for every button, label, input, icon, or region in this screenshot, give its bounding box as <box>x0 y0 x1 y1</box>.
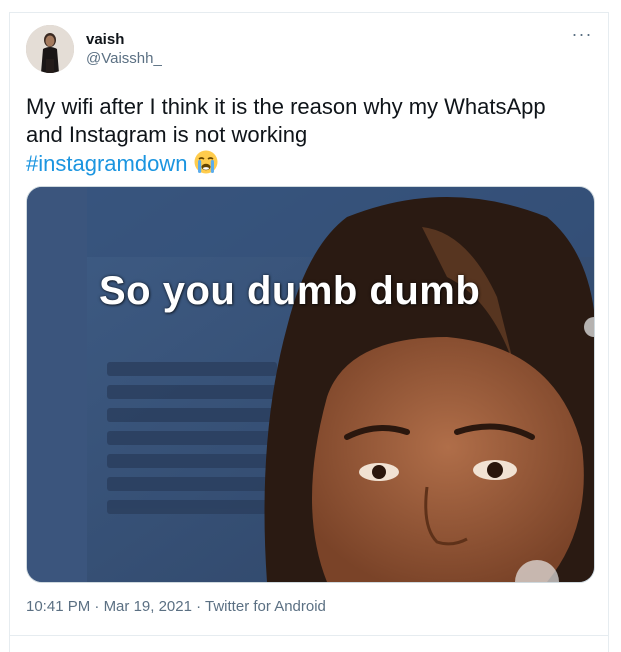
avatar[interactable] <box>26 25 74 73</box>
tweet-card: vaish @Vaisshh_ ··· My wifi after I thin… <box>9 12 609 652</box>
hashtag-link[interactable]: #instagramdown <box>26 151 187 176</box>
tweet-source[interactable]: Twitter for Android <box>205 598 326 615</box>
meme-caption: So you dumb dumb <box>99 269 481 313</box>
meta-separator: · <box>191 598 206 615</box>
user-handle[interactable]: @Vaisshh_ <box>86 50 162 68</box>
divider <box>10 635 608 636</box>
tweet-media-image[interactable]: So you dumb dumb <box>26 186 595 583</box>
meme-image <box>27 187 594 582</box>
tweet-text: My wifi after I think it is the reason w… <box>26 93 586 178</box>
more-options-icon[interactable]: ··· <box>570 25 594 47</box>
avatar-image <box>26 25 74 73</box>
loudly-crying-face-icon <box>193 149 219 175</box>
tweet-time[interactable]: 10:41 PM <box>26 598 90 615</box>
meta-separator: · <box>90 598 104 615</box>
tweet-meta: 10:41 PM · Mar 19, 2021 · Twitter for An… <box>26 598 326 616</box>
tweet-body: My wifi after I think it is the reason w… <box>26 94 546 147</box>
user-display-name[interactable]: vaish <box>86 31 124 49</box>
tweet-date[interactable]: Mar 19, 2021 <box>104 598 192 615</box>
